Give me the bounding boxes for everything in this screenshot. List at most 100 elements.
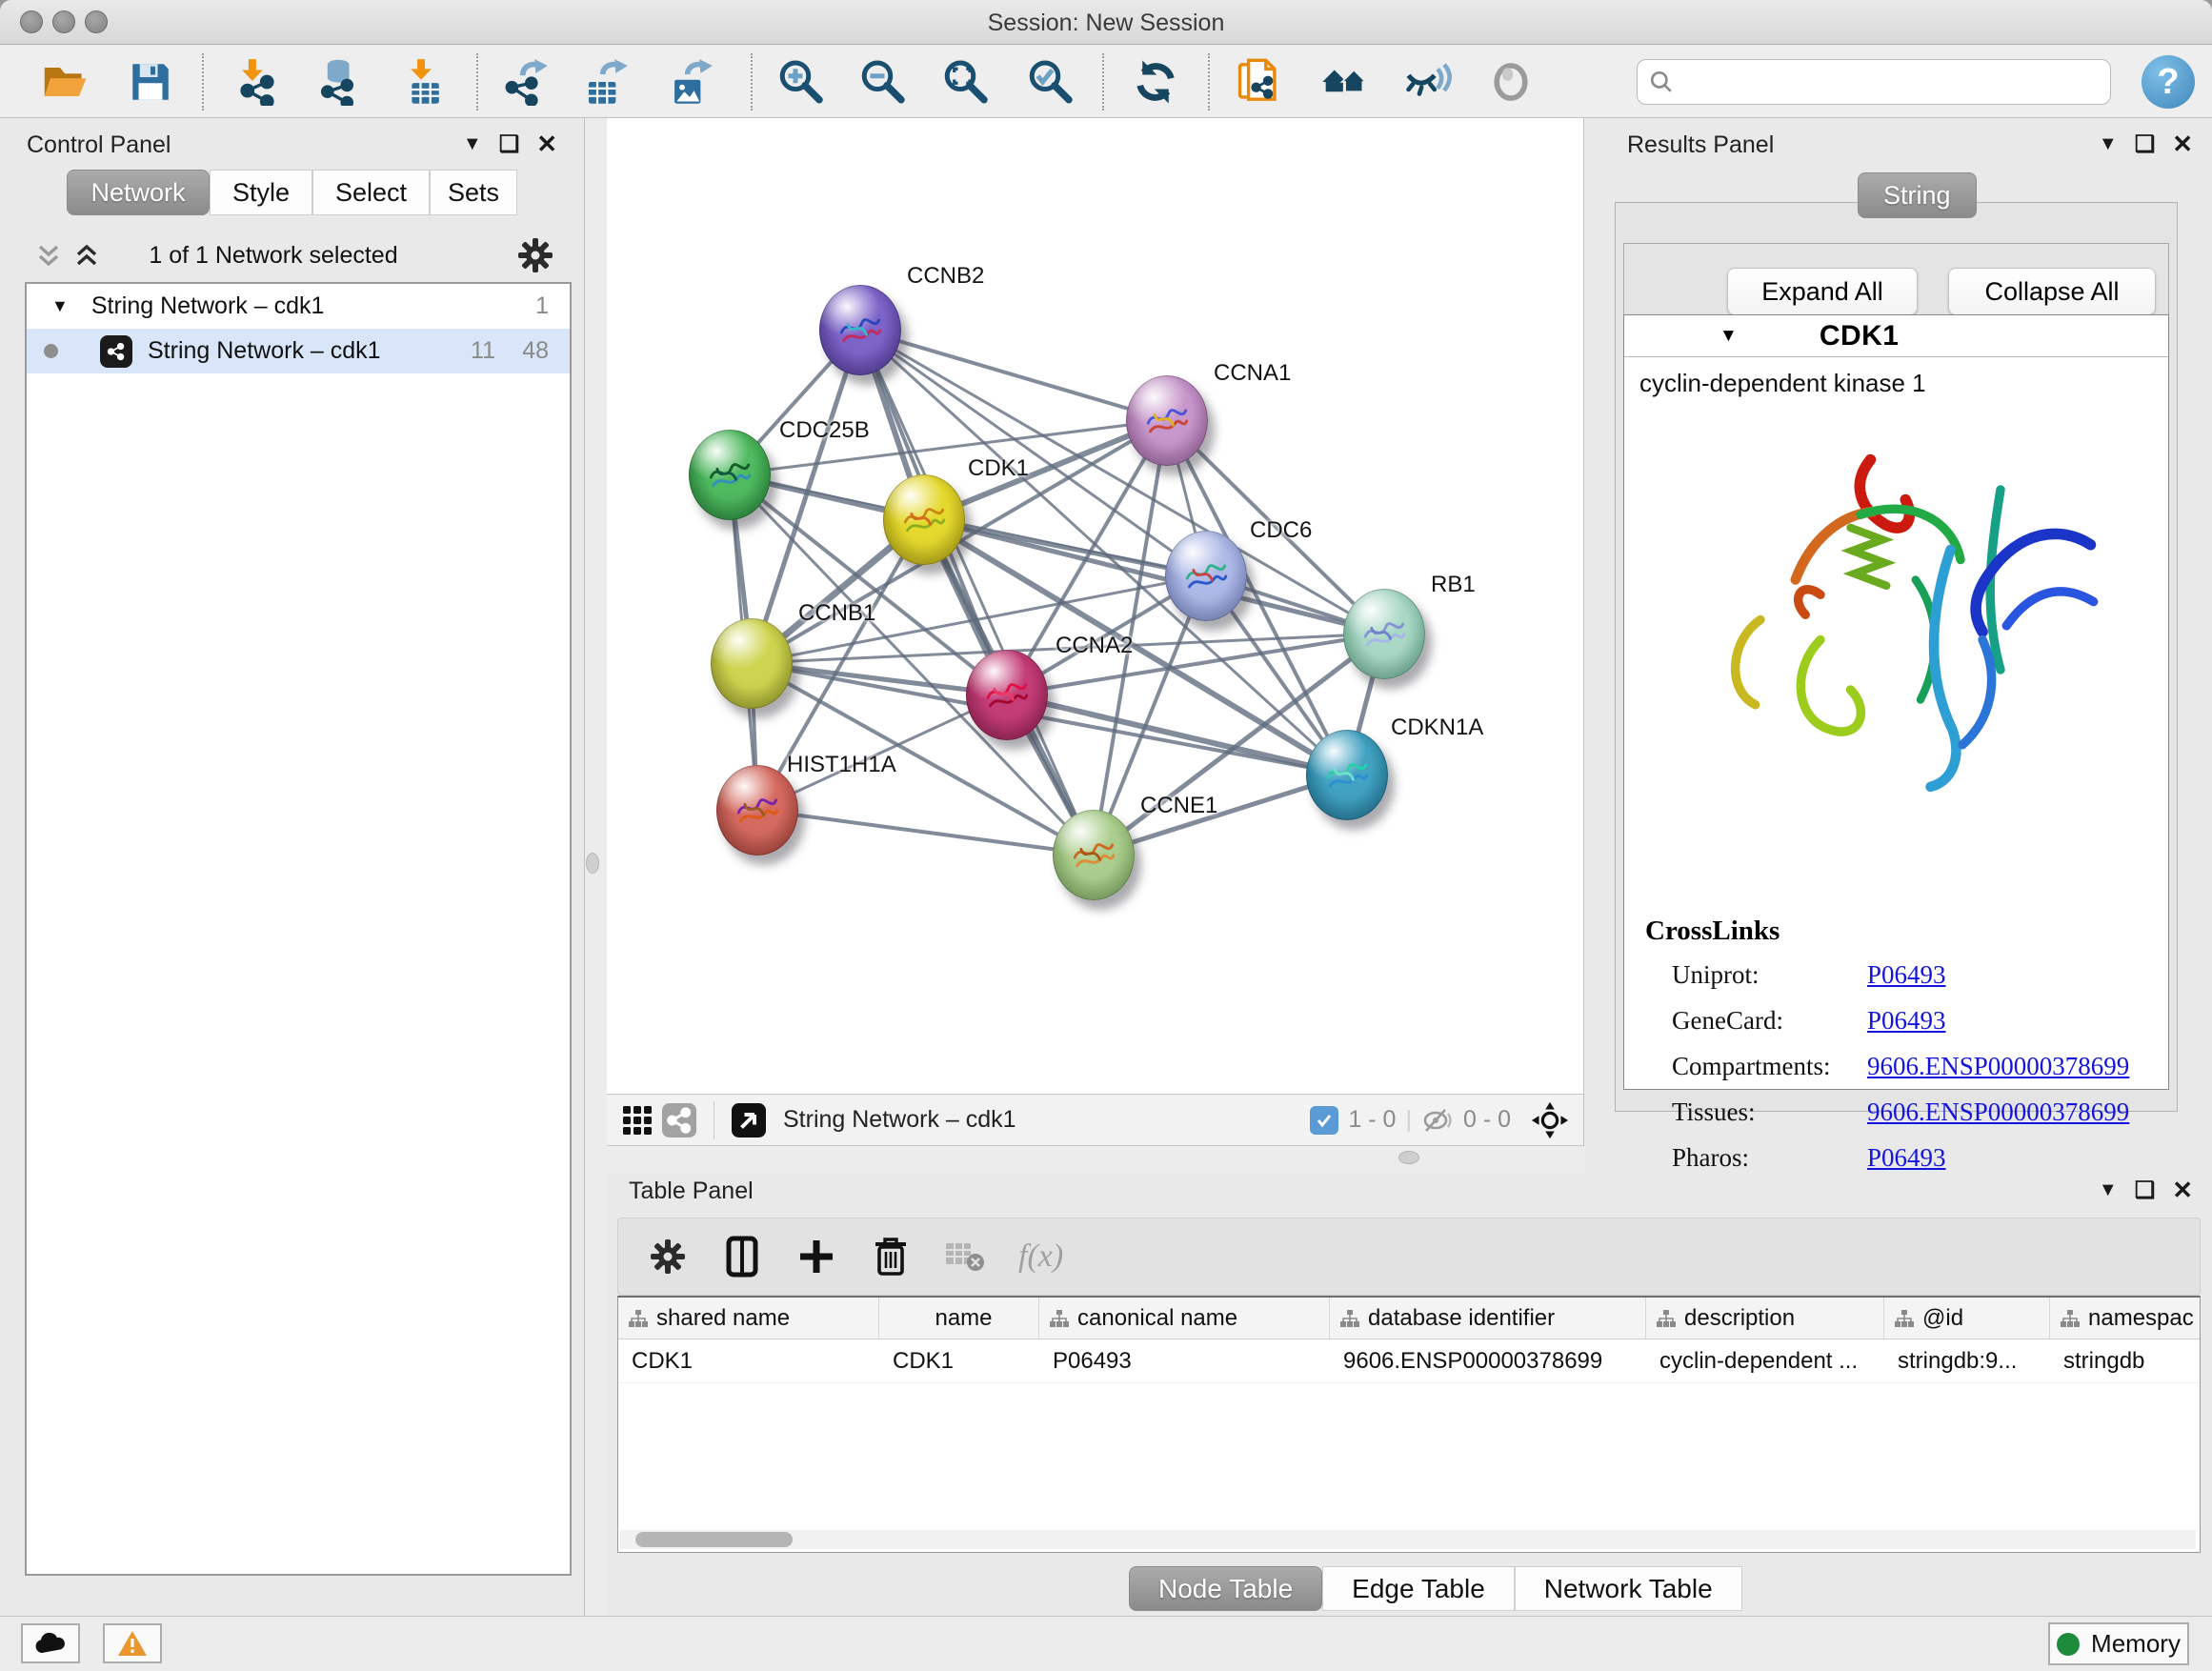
node-label-CCNB2: CCNB2 bbox=[907, 263, 984, 290]
column-header-name[interactable]: name bbox=[879, 1298, 1039, 1339]
zoom-fit-icon[interactable] bbox=[938, 55, 992, 109]
collapse-panel-icon[interactable]: ▼ bbox=[2099, 133, 2118, 155]
search-input[interactable] bbox=[1674, 69, 2083, 95]
float-panel-icon[interactable]: ❑ bbox=[2135, 1177, 2156, 1204]
network-collection-row[interactable]: ▼ String Network – cdk1 1 bbox=[27, 284, 570, 329]
network-node-CCNE1[interactable] bbox=[1053, 810, 1135, 900]
control-panel-tabs: NetworkStyleSelectSets bbox=[67, 170, 517, 215]
crosslinks-heading: CrossLinks bbox=[1645, 916, 2129, 947]
export-table-icon[interactable] bbox=[578, 55, 632, 109]
export-image-icon[interactable] bbox=[663, 55, 716, 109]
memory-label: Memory bbox=[2091, 1629, 2181, 1659]
collection-name: String Network – cdk1 bbox=[91, 292, 325, 320]
home-icon[interactable] bbox=[1317, 55, 1371, 109]
network-node-CDC6[interactable] bbox=[1165, 531, 1247, 621]
network-node-CCNA1[interactable] bbox=[1126, 375, 1208, 466]
crosslink-link[interactable]: P06493 bbox=[1867, 1006, 1946, 1036]
save-session-icon[interactable] bbox=[124, 55, 177, 109]
snapshot-share-icon[interactable] bbox=[1233, 55, 1286, 109]
float-panel-icon[interactable]: ❑ bbox=[2135, 131, 2156, 158]
birdseye-view-icon[interactable] bbox=[728, 1099, 770, 1141]
delete-column-icon[interactable] bbox=[870, 1236, 912, 1278]
float-panel-icon[interactable]: ❑ bbox=[499, 131, 520, 158]
zoom-selected-icon[interactable] bbox=[1023, 55, 1076, 109]
gene-card-header[interactable]: ▼ CDK1 bbox=[1624, 315, 2168, 357]
memory-status-dot bbox=[2057, 1633, 2080, 1656]
network-row[interactable]: String Network – cdk1 11 48 bbox=[27, 329, 570, 373]
network-node-RB1[interactable] bbox=[1343, 589, 1425, 679]
warning-button[interactable] bbox=[103, 1623, 162, 1663]
tab-network-table[interactable]: Network Table bbox=[1515, 1566, 1742, 1611]
column-header-database-identifier[interactable]: database identifier bbox=[1330, 1298, 1646, 1339]
expand-all-button[interactable]: Expand All bbox=[1727, 268, 1918, 315]
import-network-icon[interactable] bbox=[231, 55, 284, 109]
node-label-CDC25B: CDC25B bbox=[779, 417, 870, 444]
tab-string[interactable]: String bbox=[1858, 172, 1977, 218]
close-panel-icon[interactable]: ✕ bbox=[2172, 1176, 2193, 1205]
tab-node-table[interactable]: Node Table bbox=[1129, 1566, 1322, 1611]
crosslink-link[interactable]: P06493 bbox=[1867, 960, 1946, 990]
network-node-CCNA2[interactable] bbox=[966, 650, 1048, 740]
network-node-CDK1[interactable] bbox=[883, 474, 965, 565]
show-columns-icon[interactable] bbox=[721, 1236, 763, 1278]
tab-select[interactable]: Select bbox=[312, 170, 430, 215]
gear-icon[interactable] bbox=[516, 236, 554, 274]
column-header-description[interactable]: description bbox=[1646, 1298, 1884, 1339]
collection-count: 1 bbox=[535, 292, 549, 320]
column-header-id[interactable]: @id bbox=[1884, 1298, 2050, 1339]
crosslink-link[interactable]: P06493 bbox=[1867, 1143, 1946, 1173]
selected-checkbox-icon[interactable] bbox=[1310, 1106, 1338, 1135]
splitter-handle[interactable] bbox=[586, 853, 599, 874]
toolbar-separator bbox=[202, 53, 204, 111]
network-node-HIST1H1A[interactable] bbox=[716, 765, 798, 856]
collapse-panel-icon[interactable]: ▼ bbox=[463, 133, 482, 155]
grid-view-icon[interactable] bbox=[616, 1099, 658, 1141]
crosslink-link[interactable]: 9606.ENSP00000378699 bbox=[1867, 1097, 2129, 1127]
network-canvas[interactable]: CCNB2CCNA1CDC25BCDK1CDC6RB1CCNB1CCNA2CDK… bbox=[607, 118, 1584, 1094]
network-node-CCNB2[interactable] bbox=[819, 285, 901, 375]
collapse-panel-icon[interactable]: ▼ bbox=[2099, 1179, 2118, 1201]
edge-layer[interactable] bbox=[607, 118, 1584, 1094]
eye-icon[interactable] bbox=[1484, 55, 1538, 109]
protein-thumbnail bbox=[981, 674, 1033, 718]
column-header-canonical-name[interactable]: canonical name bbox=[1039, 1298, 1330, 1339]
crosslink-label: Compartments: bbox=[1672, 1052, 1867, 1081]
expander-triangle-icon[interactable]: ▼ bbox=[51, 296, 69, 316]
hide-panels-icon[interactable] bbox=[1401, 55, 1455, 109]
import-network-database-icon[interactable] bbox=[311, 55, 364, 109]
titlebar: Session: New Session bbox=[0, 0, 2212, 45]
export-network-icon[interactable] bbox=[498, 55, 552, 109]
network-node-CCNB1[interactable] bbox=[711, 618, 793, 709]
close-panel-icon[interactable]: ✕ bbox=[536, 130, 557, 159]
zoom-out-icon[interactable] bbox=[855, 55, 909, 109]
add-column-icon[interactable] bbox=[795, 1236, 837, 1278]
scrollbar-thumb[interactable] bbox=[635, 1532, 793, 1547]
tab-sets[interactable]: Sets bbox=[430, 170, 517, 215]
horizontal-scrollbar[interactable] bbox=[620, 1530, 2196, 1549]
import-table-icon[interactable] bbox=[398, 55, 452, 109]
network-node-CDC25B[interactable] bbox=[689, 430, 771, 520]
string-view-icon[interactable] bbox=[658, 1099, 700, 1141]
help-icon[interactable]: ? bbox=[2142, 55, 2195, 109]
column-header-namespace[interactable]: namespac bbox=[2050, 1298, 2200, 1339]
crosslink-link[interactable]: 9606.ENSP00000378699 bbox=[1867, 1052, 2129, 1081]
table-row[interactable]: CDK1 CDK1 P06493 9606.ENSP00000378699 cy… bbox=[618, 1339, 2200, 1383]
crosslinks-section: CrossLinks Uniprot: P06493 GeneCard: P06… bbox=[1645, 916, 2129, 1189]
expander-triangle-icon[interactable]: ▼ bbox=[1719, 326, 1738, 347]
close-panel-icon[interactable]: ✕ bbox=[2172, 130, 2193, 159]
tab-edge-table[interactable]: Edge Table bbox=[1322, 1566, 1515, 1611]
cloud-button[interactable] bbox=[21, 1623, 80, 1663]
tab-network[interactable]: Network bbox=[67, 170, 210, 215]
column-header-shared-name[interactable]: shared name bbox=[618, 1298, 879, 1339]
zoom-in-icon[interactable] bbox=[774, 55, 827, 109]
open-session-icon[interactable] bbox=[38, 55, 91, 109]
network-node-CDKN1A[interactable] bbox=[1306, 730, 1388, 820]
memory-button[interactable]: Memory bbox=[2048, 1622, 2189, 1665]
collapse-all-button[interactable]: Collapse All bbox=[1948, 268, 2156, 315]
tab-style[interactable]: Style bbox=[210, 170, 312, 215]
protein-thumbnail bbox=[1141, 400, 1193, 444]
table-gear-icon[interactable] bbox=[647, 1236, 689, 1278]
refresh-icon[interactable] bbox=[1129, 55, 1182, 109]
fit-content-crosshair-icon[interactable] bbox=[1530, 1100, 1570, 1140]
splitter-handle[interactable] bbox=[1398, 1151, 1419, 1164]
